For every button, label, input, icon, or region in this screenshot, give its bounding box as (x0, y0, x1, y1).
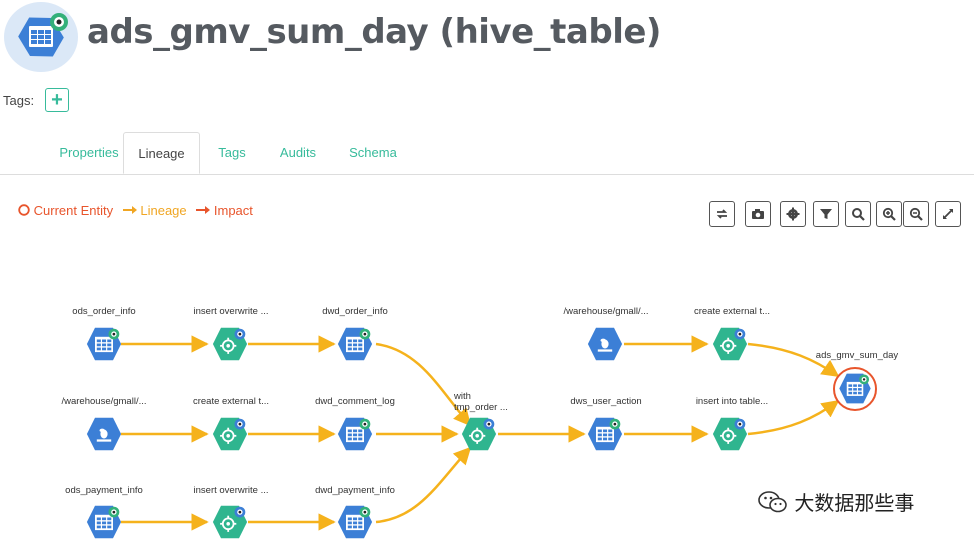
add-tag-button[interactable]: + (45, 88, 69, 112)
node-label: ads_gmv_sum_day (816, 350, 899, 361)
graph-node[interactable]: dwd_order_info (322, 306, 388, 361)
tags-label: Tags: (3, 93, 35, 108)
node-label: /warehouse/gmall/... (563, 306, 648, 317)
hive-table-icon (86, 505, 122, 539)
graph-node[interactable]: /warehouse/gmall/... (61, 396, 147, 451)
graph-node[interactable]: create external t... (694, 306, 770, 362)
wechat-icon (758, 491, 787, 513)
watermark-text: 大数据那些事 (794, 491, 915, 515)
zoom-out-button[interactable] (903, 201, 929, 227)
lineage-legend: Current Entity Lineage Impact (18, 203, 259, 218)
node-label: insert overwrite ... (194, 485, 269, 496)
node-label: insert overwrite ... (194, 306, 269, 317)
legend-lineage: Lineage (122, 203, 187, 218)
zoom-in-icon (882, 207, 896, 221)
refresh-button[interactable] (709, 201, 735, 227)
hive-table-icon (337, 327, 373, 361)
refresh-icon (716, 209, 728, 219)
node-label: with (453, 391, 471, 402)
graph-node[interactable]: insert overwrite ... (194, 306, 269, 362)
gear-icon (786, 207, 800, 221)
node-label: dwd_payment_info (315, 485, 395, 496)
graph-node[interactable]: dwd_payment_info (315, 485, 395, 539)
current-entity-node[interactable]: ads_gmv_sum_day (816, 350, 899, 411)
screenshot-button[interactable] (745, 201, 771, 227)
hive-table-icon (587, 417, 623, 451)
graph-node[interactable]: create external t... (193, 396, 269, 452)
graph-node[interactable]: ods_payment_info (65, 485, 143, 539)
tab-schema[interactable]: Schema (343, 132, 403, 173)
settings-button[interactable] (780, 201, 806, 227)
watermark: 大数据那些事 (758, 487, 914, 516)
node-label: create external t... (694, 306, 770, 317)
tab-tags[interactable]: Tags (208, 132, 256, 173)
page-title: ads_gmv_sum_day (hive_table) (87, 12, 661, 52)
node-label: dws_user_action (570, 396, 641, 407)
circle-icon (18, 204, 30, 216)
fullscreen-button[interactable] (935, 201, 961, 227)
tab-bar: Properties Lineage Tags Audits Schema (0, 132, 974, 175)
expand-icon (943, 209, 953, 219)
tab-audits[interactable]: Audits (272, 132, 324, 173)
graph-node[interactable]: insert overwrite ... (194, 485, 269, 540)
zoom-in-button[interactable] (876, 201, 902, 227)
hive-table-icon (337, 417, 373, 451)
graph-node[interactable]: /warehouse/gmall/... (563, 306, 649, 361)
graph-node[interactable]: dws_user_action (570, 396, 642, 451)
node-label: insert into table... (696, 396, 768, 407)
search-icon (852, 208, 865, 221)
graph-node[interactable]: insert into table... (696, 396, 768, 452)
process-icon (211, 416, 249, 452)
node-label: dwd_order_info (322, 306, 388, 317)
hdfs-path-icon (587, 327, 623, 361)
graph-node[interactable]: with tmp_order ... (453, 391, 508, 452)
process-icon (711, 416, 749, 452)
tab-lineage[interactable]: Lineage (123, 132, 200, 174)
process-icon (711, 326, 749, 362)
node-label: create external t... (193, 396, 269, 407)
node-label: /warehouse/gmall/... (61, 396, 146, 407)
arrow-right-icon (122, 206, 137, 214)
hive-table-icon (337, 505, 373, 539)
search-button[interactable] (845, 201, 871, 227)
camera-icon (752, 209, 764, 219)
arrow-right-icon (196, 206, 211, 214)
hive-table-icon (86, 327, 122, 361)
node-label: ods_order_info (72, 306, 135, 317)
process-icon (211, 326, 249, 362)
legend-current-entity: Current Entity (18, 203, 113, 218)
node-label: tmp_order ... (454, 402, 508, 413)
filter-icon (820, 209, 832, 219)
node-label: ods_payment_info (65, 485, 143, 496)
node-label: dwd_comment_log (315, 396, 395, 407)
graph-node[interactable]: dwd_comment_log (315, 396, 395, 451)
hdfs-path-icon (86, 417, 122, 451)
legend-impact: Impact (196, 203, 253, 218)
zoom-out-icon (909, 207, 923, 221)
entity-type-icon (4, 2, 78, 72)
process-icon (211, 504, 249, 540)
graph-node[interactable]: ods_order_info (72, 306, 136, 361)
filter-button[interactable] (813, 201, 839, 227)
